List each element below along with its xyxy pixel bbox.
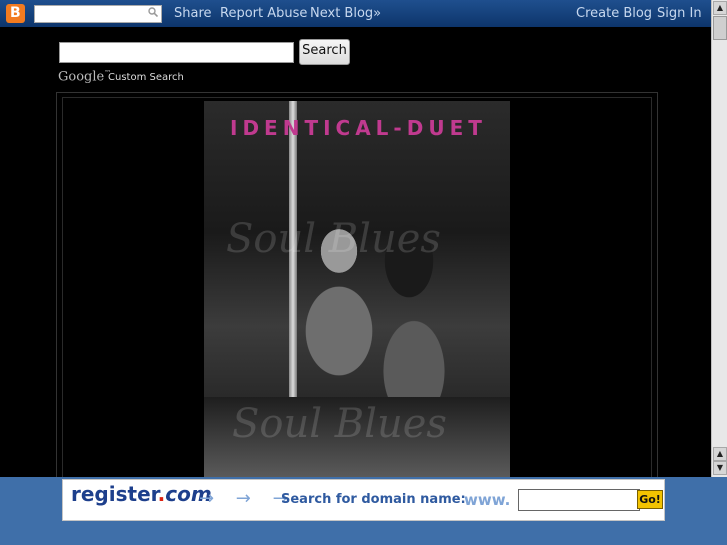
sign-in-link[interactable]: Sign In: [657, 6, 702, 21]
blogger-logo-icon[interactable]: [6, 4, 25, 23]
navbar-search-input[interactable]: [35, 6, 145, 22]
google-wordmark: Google: [58, 69, 105, 85]
custom-search-label: Custom Search: [108, 72, 184, 83]
register-logo[interactable]: register.com: [71, 482, 212, 506]
search-icon[interactable]: [148, 7, 158, 17]
search-button[interactable]: Search: [299, 39, 350, 65]
scroll-thumb[interactable]: [713, 16, 727, 40]
domain-input[interactable]: [518, 489, 640, 511]
vertical-scrollbar[interactable]: ▲ ▲ ▼: [711, 0, 727, 477]
create-blog-link[interactable]: Create Blog: [576, 6, 652, 21]
domain-search-label: Search for domain name:: [281, 492, 466, 507]
custom-search-input[interactable]: [59, 42, 294, 63]
register-logo-text: register: [71, 482, 158, 506]
header-photo: Soul Blues Soul Blues: [204, 101, 510, 477]
blogger-navbar: Share Report Abuse Next Blog» Create Blo…: [0, 0, 712, 27]
watermark: Soul Blues: [226, 216, 441, 262]
go-button[interactable]: Go!: [637, 490, 663, 509]
scroll-up-icon[interactable]: ▲: [713, 1, 727, 15]
register-banner[interactable]: register.com → → → Search for domain nam…: [62, 479, 665, 521]
scroll-down-icon[interactable]: ▼: [713, 461, 727, 475]
scroll-up-icon[interactable]: ▲: [713, 447, 727, 461]
share-link[interactable]: Share: [174, 6, 212, 21]
navbar-search-box[interactable]: [34, 5, 162, 23]
report-abuse-link[interactable]: Report Abuse: [220, 6, 307, 21]
next-blog-link[interactable]: Next Blog»: [310, 6, 381, 21]
blog-title[interactable]: IDENTICAL-DUET: [230, 116, 487, 140]
watermark: Soul Blues: [232, 401, 447, 447]
google-logo: Google™: [58, 69, 111, 84]
www-label: www.: [464, 491, 511, 509]
